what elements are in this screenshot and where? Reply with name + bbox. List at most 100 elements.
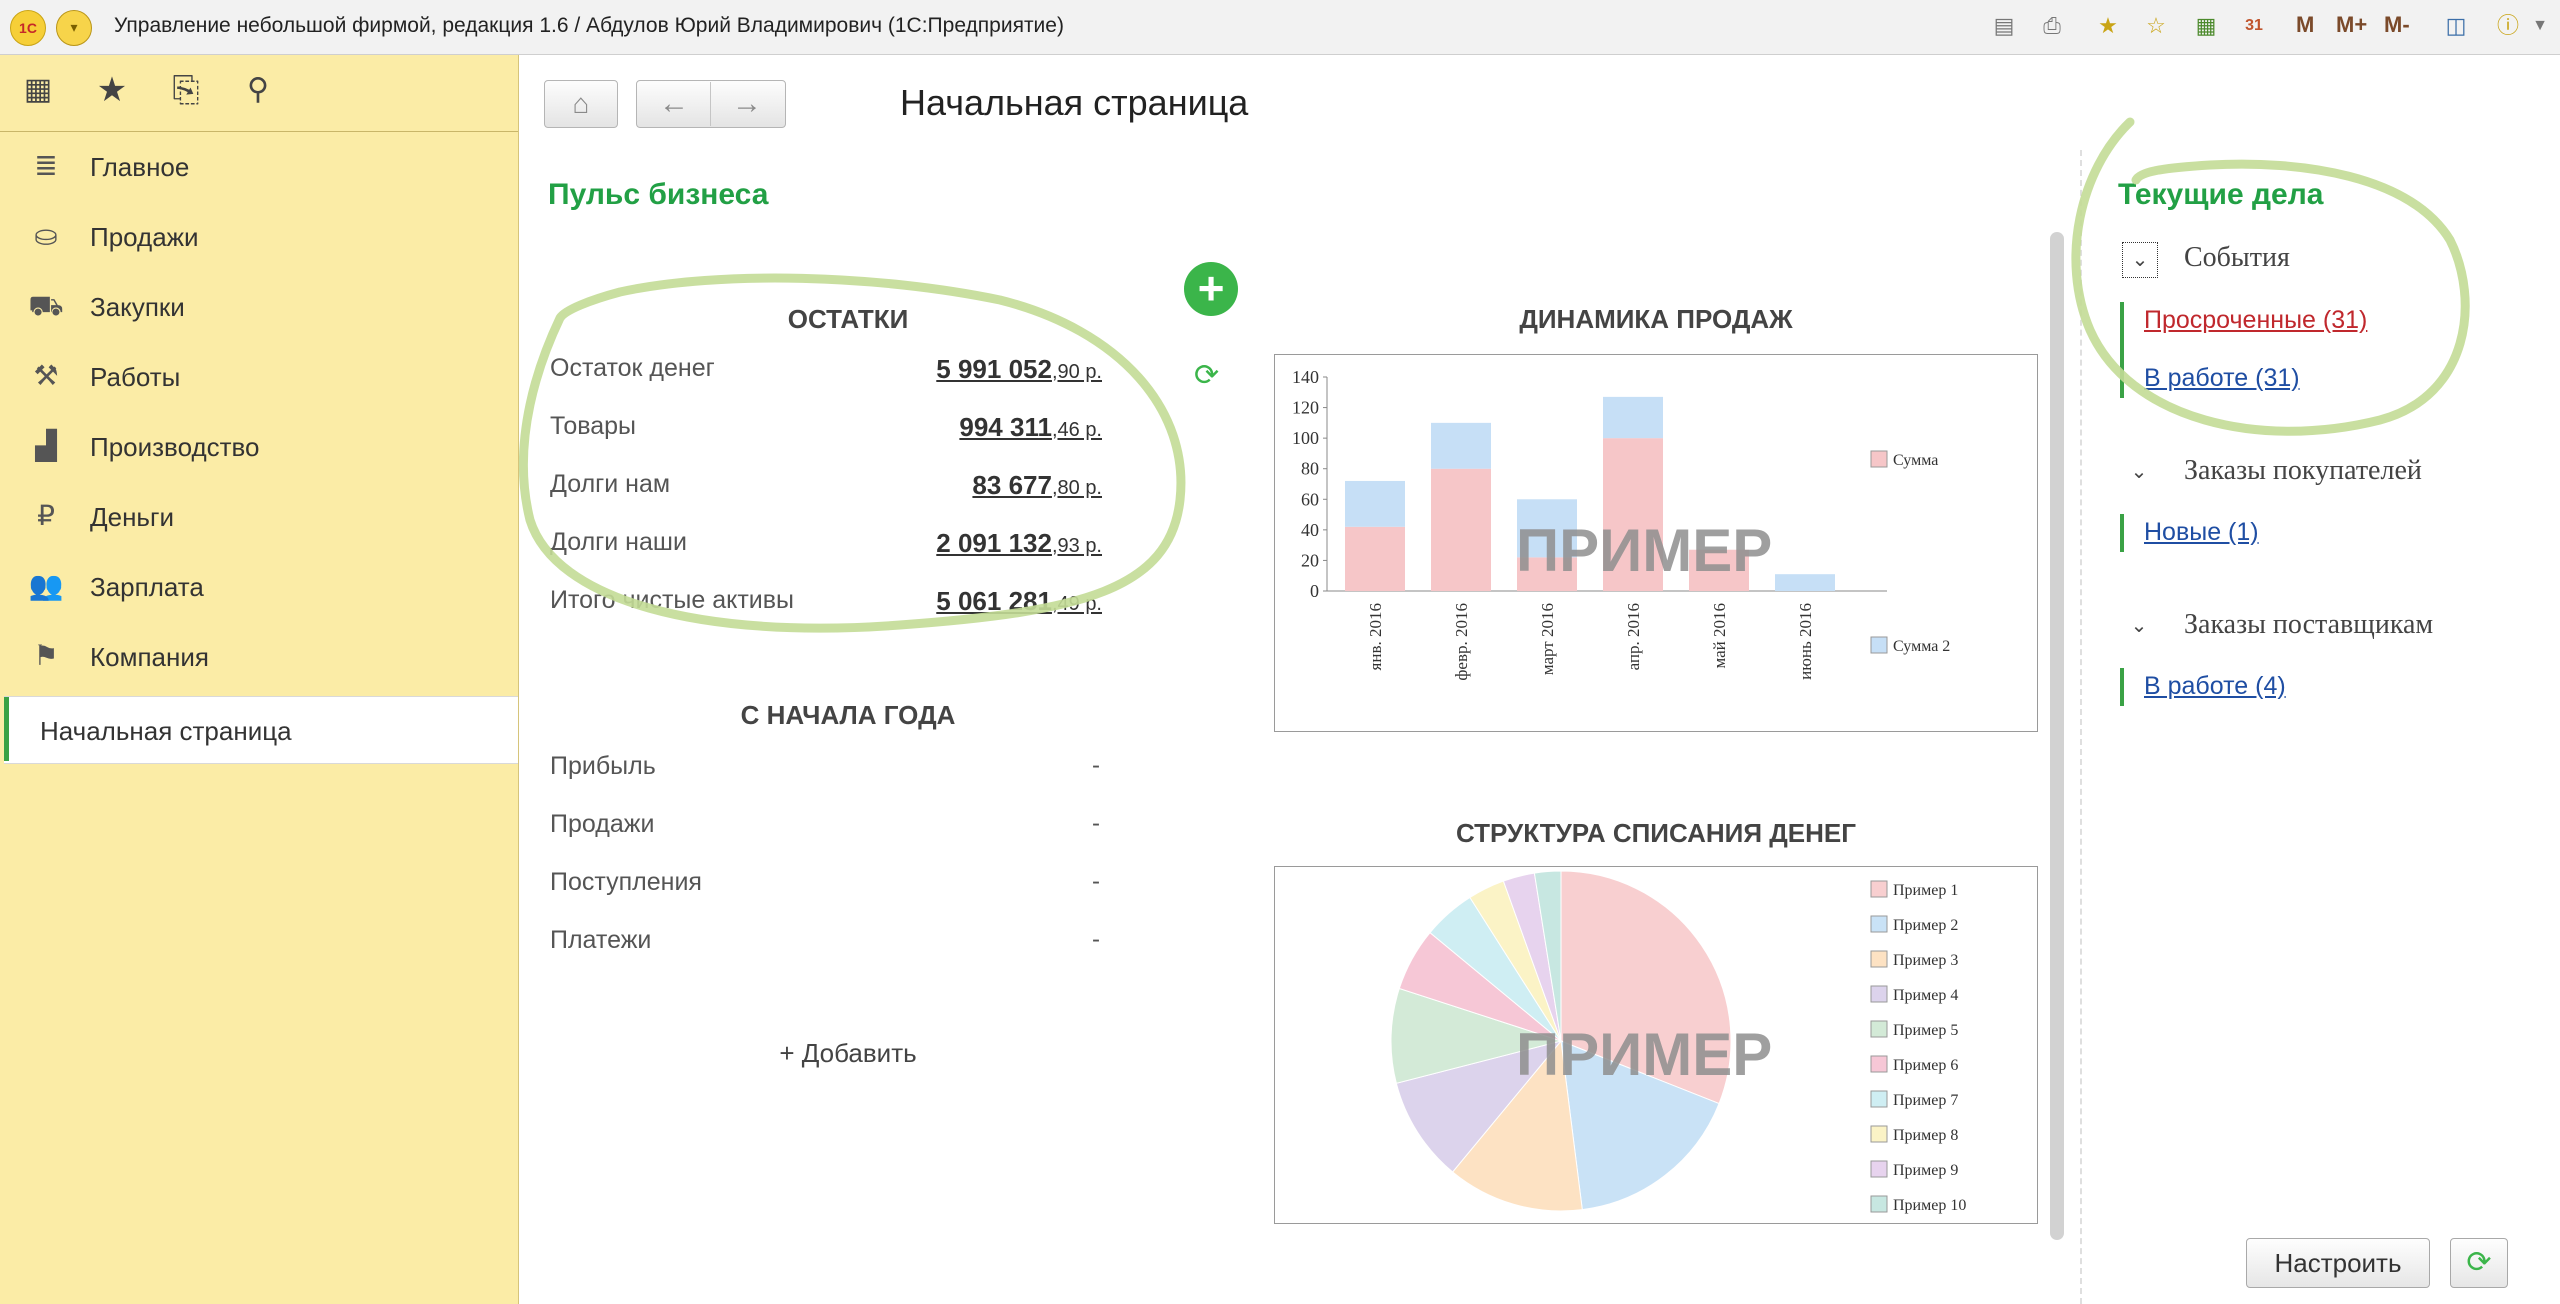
balances-title: ОСТАТКИ xyxy=(787,304,909,334)
sales-chart-watermark: ПРИМЕР xyxy=(1516,517,1773,584)
memory-m-button[interactable]: M xyxy=(2296,12,2314,38)
balance-label: Долги наши xyxy=(550,528,687,556)
page-title: Начальная страница xyxy=(900,82,1249,123)
supplier-orders-in-progress-link[interactable]: В работе (4) xyxy=(2144,672,2286,701)
flag-icon: ⚑ xyxy=(33,640,59,671)
legend-swatch xyxy=(1870,985,1888,1003)
sidebar-item-works[interactable]: ⚒ Работы xyxy=(0,346,518,408)
history-icon[interactable]: ⎘ xyxy=(164,68,208,112)
panel-divider xyxy=(2080,150,2082,1304)
y-tick-label: 0 xyxy=(1310,581,1319,601)
sidebar-item-salary[interactable]: 👥 Зарплата xyxy=(0,556,518,618)
legend-swatch xyxy=(1870,1020,1888,1038)
home-button[interactable]: ⌂ xyxy=(544,80,618,128)
calculator-icon[interactable]: ▦ xyxy=(2190,10,2222,42)
legend-label: Пример 9 xyxy=(1893,1162,1958,1179)
all-functions-icon[interactable]: ▦ xyxy=(16,68,60,112)
legend-label: Сумма xyxy=(1893,452,1938,469)
sales-chart-title: ДИНАМИКА ПРОДАЖ xyxy=(1519,304,1793,334)
current-tasks-title: Текущие дела xyxy=(2118,178,2324,211)
main-menu-button[interactable]: ▾ xyxy=(56,10,92,46)
basket-icon: ⛀ xyxy=(34,220,58,251)
sidebar-item-label: Главное xyxy=(90,152,190,182)
x-tick-label: февр. 2016 xyxy=(1452,603,1471,681)
balance-value-link[interactable]: 5 061 281,49 р. xyxy=(936,586,1102,617)
balance-label: Остаток денег xyxy=(550,354,715,382)
x-tick-label: июнь 2016 xyxy=(1796,603,1815,680)
factory-icon: ▟ xyxy=(35,430,57,461)
ruble-icon: ₽ xyxy=(37,500,55,531)
add-indicator-button[interactable]: + Добавить xyxy=(548,1038,1148,1069)
panels-icon[interactable]: ◫ xyxy=(2440,10,2472,42)
balance-value-link[interactable]: 5 991 052,90 р. xyxy=(936,354,1102,385)
legend-label: Пример 5 xyxy=(1893,1022,1958,1039)
legend-swatch xyxy=(1870,450,1888,468)
sidebar-item-label: Компания xyxy=(90,642,209,672)
bar-segment-2 xyxy=(1345,480,1405,527)
sidebar-item-label: Работы xyxy=(90,362,181,392)
x-tick-label: март 2016 xyxy=(1538,603,1557,675)
sidebar-item-company[interactable]: ⚑ Компания xyxy=(0,626,518,688)
memory-m-minus-button[interactable]: M- xyxy=(2384,12,2410,38)
back-button[interactable]: ← xyxy=(638,82,710,126)
save-icon[interactable]: ▤ xyxy=(1988,10,2020,42)
business-pulse-title: Пульс бизнеса xyxy=(548,178,769,211)
balance-value-link[interactable]: 2 091 132,93 р. xyxy=(936,528,1102,559)
balance-label: Товары xyxy=(550,412,636,440)
chevron-down-icon[interactable]: ▼ xyxy=(2524,10,2556,42)
print-icon[interactable]: ⎙ xyxy=(2036,10,2068,42)
x-tick-label: май 2016 xyxy=(1710,603,1729,669)
legend-label: Пример 2 xyxy=(1893,917,1958,934)
legend-label: Сумма 2 xyxy=(1893,638,1950,655)
info-icon[interactable]: ⓘ xyxy=(2492,10,2524,42)
collapse-chevron-icon[interactable]: ⌄ xyxy=(2122,242,2158,278)
legend-swatch xyxy=(1870,1090,1888,1108)
memory-m-plus-button[interactable]: M+ xyxy=(2336,12,2367,38)
sidebar-item-label: Закупки xyxy=(90,292,185,322)
legend-label: Пример 4 xyxy=(1893,987,1958,1004)
sidebar-item-production[interactable]: ▟ Производство xyxy=(0,416,518,478)
configure-button[interactable]: Настроить xyxy=(2246,1238,2430,1288)
legend-label: Пример 10 xyxy=(1893,1197,1966,1214)
legend-label: Пример 7 xyxy=(1893,1092,1958,1109)
vertical-scrollbar[interactable] xyxy=(2050,232,2064,1240)
balance-value-link[interactable]: 994 311,46 р. xyxy=(959,412,1102,443)
sidebar-item-main[interactable]: ≣ Главное xyxy=(0,136,518,198)
calendar-icon[interactable]: 31 xyxy=(2238,10,2270,42)
balance-value-link[interactable]: 83 677,80 р. xyxy=(972,470,1102,501)
group-supplier-orders-bar xyxy=(2120,668,2124,706)
y-tick-label: 80 xyxy=(1301,459,1319,479)
collapse-chevron-icon[interactable]: ⌄ xyxy=(2122,609,2156,643)
ytd-value: - xyxy=(1092,810,1100,837)
legend-label: Пример 1 xyxy=(1893,882,1958,899)
favorites-icon[interactable]: ☆ xyxy=(2140,10,2172,42)
forward-button[interactable]: → xyxy=(710,82,783,126)
new-customer-orders-link[interactable]: Новые (1) xyxy=(2144,518,2259,547)
overdue-events-link[interactable]: Просроченные (31) xyxy=(2144,306,2367,335)
sidebar-item-money[interactable]: ₽ Деньги xyxy=(0,486,518,548)
ytd-value: - xyxy=(1092,752,1100,779)
add-favorite-icon[interactable]: ★ xyxy=(2092,10,2124,42)
group-supplier-orders-title: Заказы поставщикам xyxy=(2184,609,2434,640)
bar-segment-1 xyxy=(1345,526,1405,591)
active-indicator xyxy=(4,697,9,761)
favorites-star-icon[interactable]: ★ xyxy=(90,68,134,112)
refresh-tasks-button[interactable]: ⟳ xyxy=(2450,1238,2508,1288)
app-logo-icon[interactable]: 1С xyxy=(10,10,46,46)
x-tick-label: апр. 2016 xyxy=(1624,603,1643,670)
legend-swatch xyxy=(1870,1055,1888,1073)
sidebar-item-purchases[interactable]: ⛟ Закупки xyxy=(0,276,518,338)
balance-label: Итого чистые активы xyxy=(550,586,795,614)
legend-swatch xyxy=(1870,636,1888,654)
collapse-chevron-icon[interactable]: ⌄ xyxy=(2122,455,2156,489)
legend-label: Пример 3 xyxy=(1893,952,1958,969)
sidebar-item-label: Деньги xyxy=(90,502,174,532)
cart-icon: ⛟ xyxy=(28,290,64,321)
legend-swatch xyxy=(1870,1160,1888,1178)
add-widget-button[interactable]: + xyxy=(1184,262,1238,316)
people-icon: 👥 xyxy=(28,570,64,601)
search-icon[interactable]: ⚲ xyxy=(236,68,280,112)
sidebar-item-sales[interactable]: ⛀ Продажи xyxy=(0,206,518,268)
refresh-icon[interactable]: ⟳ xyxy=(1194,358,1219,393)
in-progress-events-link[interactable]: В работе (31) xyxy=(2144,364,2300,393)
